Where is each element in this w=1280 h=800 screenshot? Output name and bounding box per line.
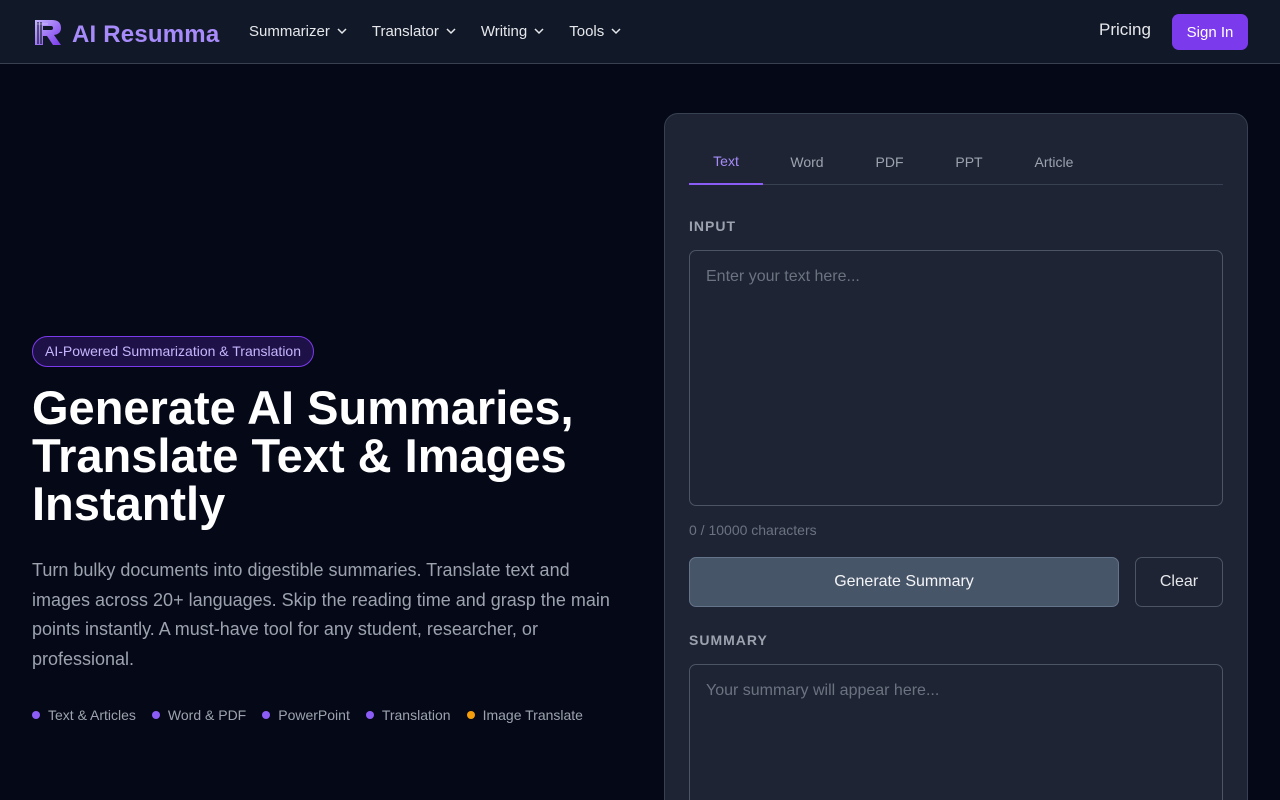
nav-label: Translator [371,22,439,40]
hero-title-line: Translate Text & Images [32,429,567,482]
chevron-down-icon [611,28,621,35]
nav-tools[interactable]: Tools [569,20,622,42]
summary-output[interactable] [689,664,1223,800]
chevron-down-icon [446,28,456,35]
summarizer-panel: Text Word PDF PPT Article INPUT 0 / 1000… [664,113,1248,800]
chevron-down-icon [337,28,347,35]
nav-summarizer[interactable]: Summarizer [249,20,348,42]
feature-label: Text & Articles [48,707,136,723]
nav-translator[interactable]: Translator [372,20,457,42]
feature-label: Translation [381,707,451,723]
nav-writing[interactable]: Writing [481,20,545,42]
bullet-dot-icon [151,711,160,719]
feature-label: Image Translate [482,707,583,723]
feature-list: Text & Articles Word & PDF PowerPoint Tr… [32,707,599,723]
character-counter: 0 / 10000 characters [689,522,817,538]
clear-button[interactable]: Clear [1135,557,1223,607]
hero-title-line: Instantly [32,477,226,530]
tab-pdf[interactable]: PDF [851,138,928,185]
top-navbar: AI Resumma Summarizer Translator Writing… [0,0,1280,64]
nav-label: Tools [569,22,605,40]
feature-item: Word & PDF [151,707,247,723]
text-input[interactable] [689,250,1223,506]
feature-item: Image Translate [466,707,583,723]
input-label: INPUT [689,218,736,234]
summary-label: SUMMARY [689,632,768,648]
pricing-link[interactable]: Pricing [1099,20,1151,40]
input-type-tabs: Text Word PDF PPT Article [689,138,1223,185]
tab-article[interactable]: Article [1010,138,1098,185]
resumma-logo-icon [32,16,64,53]
tab-text[interactable]: Text [689,138,763,185]
feature-item: PowerPoint [262,707,350,723]
bullet-dot-icon [365,711,374,719]
tab-word[interactable]: Word [763,138,851,185]
hero-description: Turn bulky documents into digestible sum… [32,560,610,669]
hero-title: Generate AI Summaries, Translate Text & … [32,384,632,528]
tab-ppt[interactable]: PPT [928,138,1010,185]
generate-summary-button[interactable]: Generate Summary [689,557,1119,607]
hero-badge: AI-Powered Summarization & Translation [32,336,314,367]
chevron-down-icon [534,28,544,35]
bullet-dot-icon [262,711,271,719]
feature-label: Word & PDF [167,707,247,723]
brand-logo[interactable]: AI Resumma [32,16,219,53]
bullet-dot-icon [32,711,40,719]
feature-item: Translation [365,707,451,723]
nav-label: Summarizer [249,22,330,40]
feature-item: Text & Articles [32,707,136,723]
bullet-dot-icon [466,711,475,719]
brand-name: AI Resumma [72,20,220,48]
nav-label: Writing [480,22,528,40]
hero-title-line: Generate AI Summaries, [32,381,574,434]
main-nav: Summarizer Translator Writing Tools [249,20,646,42]
sign-in-button[interactable]: Sign In [1172,14,1248,50]
feature-label: PowerPoint [278,707,350,723]
